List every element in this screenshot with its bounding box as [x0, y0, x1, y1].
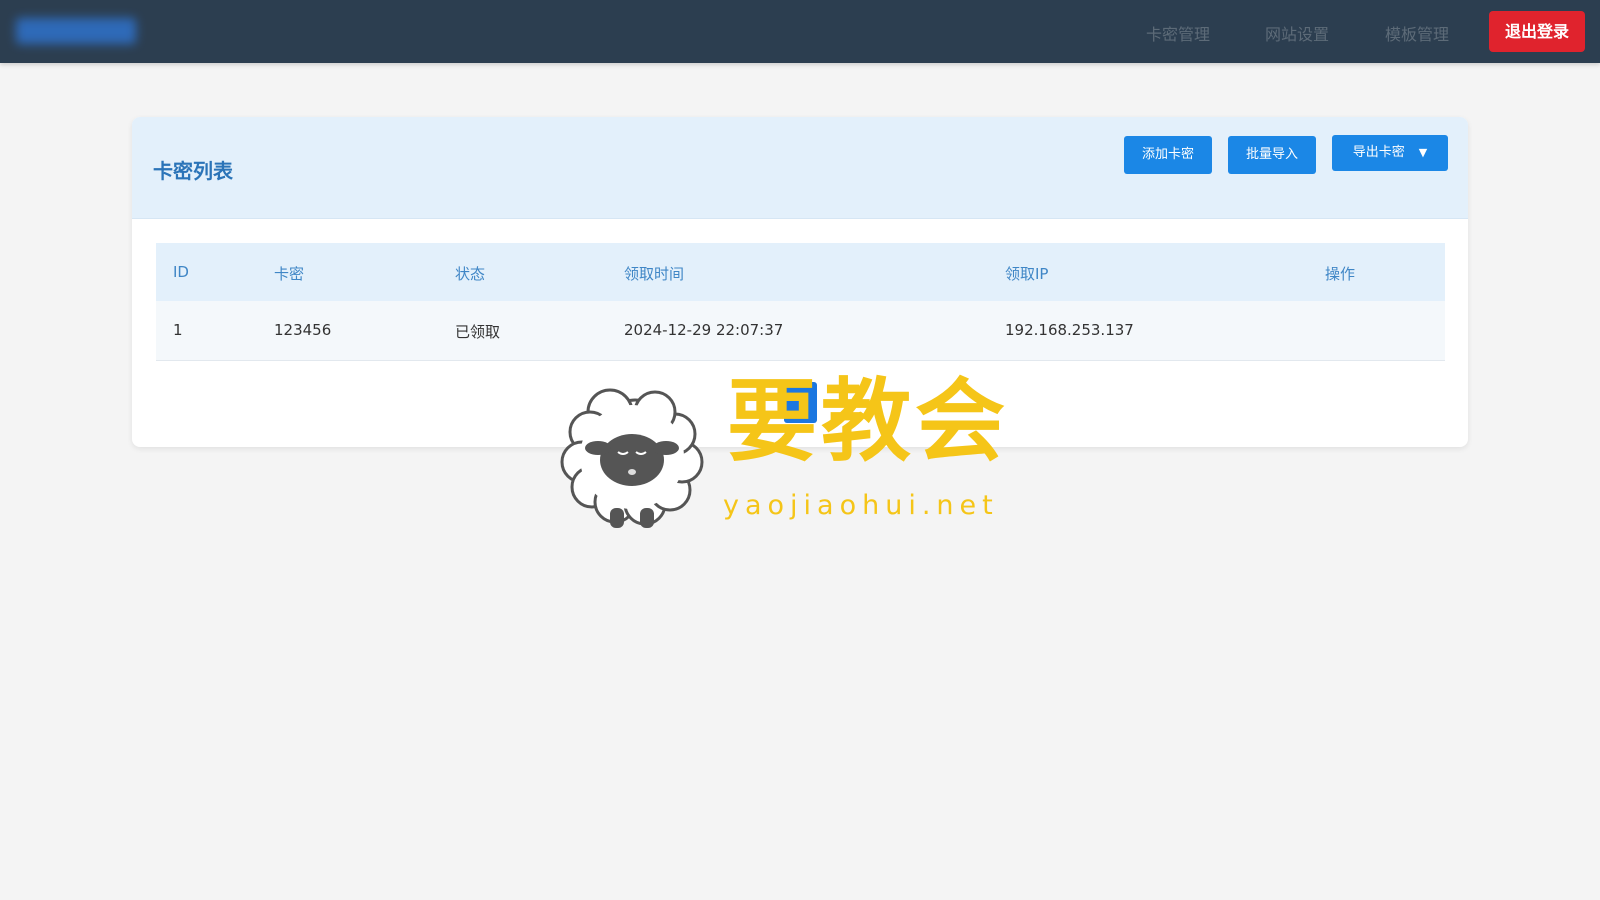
page-title: 卡密列表 [153, 159, 233, 183]
brand-logo[interactable] [16, 18, 136, 44]
cell-claim-time: 2024-12-29 22:07:37 [624, 321, 784, 339]
cell-card-key: 123456 [274, 321, 332, 339]
top-navbar: 卡密管理 网站设置 模板管理 退出登录 [0, 0, 1600, 63]
watermark-text: 要教会 [727, 368, 1009, 474]
cell-claim-ip: 192.168.253.137 [1005, 321, 1134, 339]
col-header-claim-ip: 领取IP [1005, 265, 1049, 283]
batch-import-button[interactable]: 批量导入 [1228, 136, 1316, 174]
cell-status: 已领取 [455, 323, 501, 341]
logout-button[interactable]: 退出登录 [1489, 11, 1585, 52]
add-card-button[interactable]: 添加卡密 [1124, 136, 1212, 174]
table-row: 1 123456 已领取 2024-12-29 22:07:37 192.168… [156, 301, 1445, 361]
card-header: 卡密列表 添加卡密 批量导入 导出卡密 ▼ [132, 117, 1468, 219]
card-table: ID 卡密 状态 领取时间 领取IP 操作 1 123456 已领取 2024-… [156, 243, 1445, 361]
nav-item-card-management[interactable]: 卡密管理 [1146, 21, 1210, 45]
nav-item-site-settings[interactable]: 网站设置 [1265, 21, 1329, 45]
col-header-claim-time: 领取时间 [624, 265, 685, 283]
col-header-id: ID [173, 263, 189, 281]
export-cards-label: 导出卡密 [1352, 145, 1405, 160]
chevron-down-icon: ▼ [1418, 146, 1428, 159]
col-header-card-key: 卡密 [274, 265, 305, 283]
export-cards-dropdown[interactable]: 导出卡密 ▼ [1332, 135, 1448, 171]
col-header-actions: 操作 [1325, 265, 1356, 283]
nav-item-template-management[interactable]: 模板管理 [1385, 21, 1449, 45]
watermark-url: yaojiaohui.net [723, 490, 999, 521]
col-header-status: 状态 [455, 265, 486, 283]
cell-id: 1 [173, 321, 183, 339]
table-header: ID 卡密 状态 领取时间 领取IP 操作 [156, 243, 1445, 301]
